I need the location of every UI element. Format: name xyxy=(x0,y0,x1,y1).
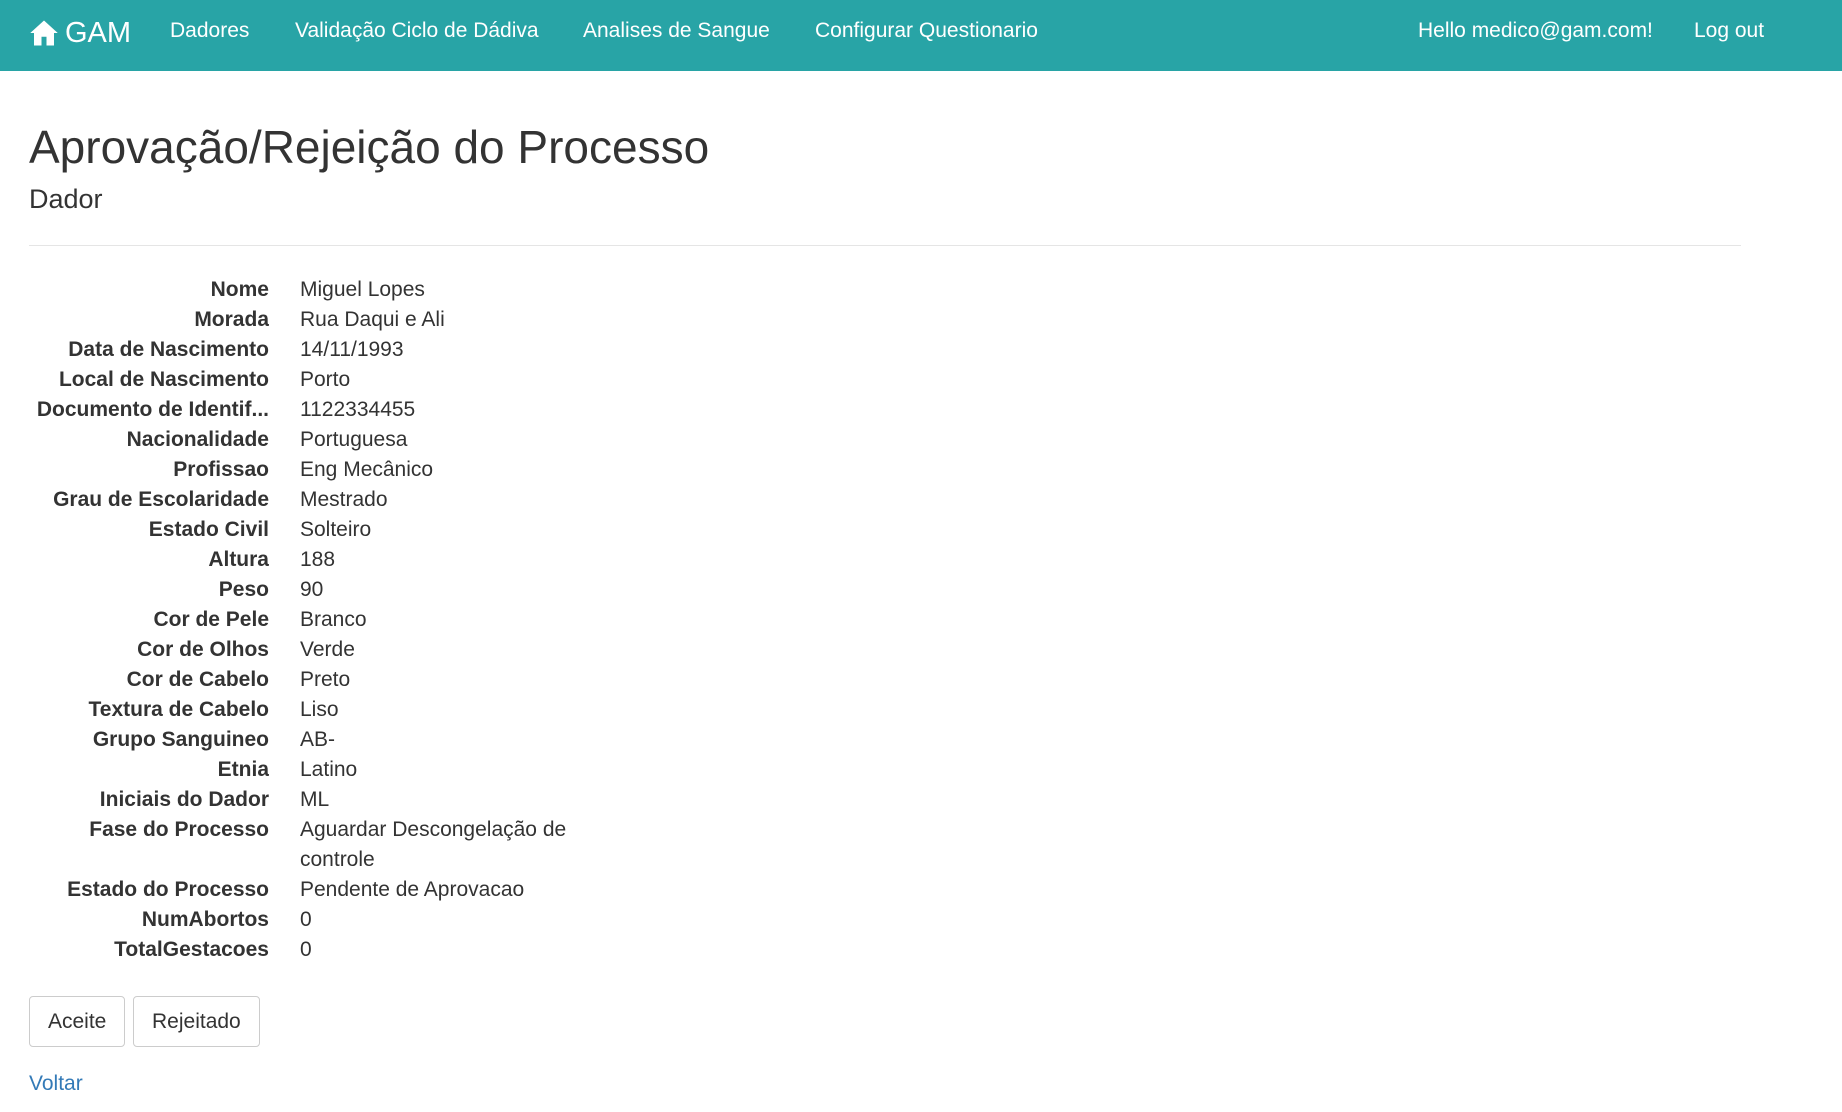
divider xyxy=(29,245,1741,246)
detail-row: Grupo Sanguineo AB- xyxy=(29,725,729,755)
reject-button[interactable]: Rejeitado xyxy=(133,996,260,1047)
detail-value: Aguardar Descongelação de controle xyxy=(300,818,567,871)
detail-label: Morada xyxy=(194,308,269,331)
detail-label: Fase do Processo xyxy=(89,818,269,841)
detail-value: Liso xyxy=(300,698,339,721)
brand-label: GAM xyxy=(65,16,132,49)
detail-value: 0 xyxy=(300,908,312,931)
detail-label: Profissao xyxy=(173,458,269,481)
home-icon xyxy=(30,20,58,46)
detail-value: 90 xyxy=(300,578,324,601)
detail-row: Local de Nascimento Porto xyxy=(29,365,729,395)
nav-dadores[interactable]: Dadores xyxy=(170,19,249,43)
detail-value: 1122334455 xyxy=(300,398,416,421)
detail-row: Cor de Pele Branco xyxy=(29,605,729,635)
detail-row: Iniciais do Dador ML xyxy=(29,785,729,815)
detail-label: Documento de Identif... xyxy=(36,398,269,421)
detail-row: Profissao Eng Mecânico xyxy=(29,455,729,485)
detail-row: Estado do Processo Pendente de Aprovacao xyxy=(29,875,729,905)
detail-row: Data de Nascimento 14/11/1993 xyxy=(29,335,729,365)
nav-analises-sangue[interactable]: Analises de Sangue xyxy=(583,19,770,43)
detail-label: TotalGestacoes xyxy=(114,938,269,961)
page-title: Aprovação/Rejeição do Processo xyxy=(29,121,710,173)
user-greeting-link[interactable]: Hello medico@gam.com! xyxy=(1418,19,1653,43)
detail-value: Verde xyxy=(300,638,355,661)
logout-link[interactable]: Log out xyxy=(1694,19,1764,43)
detail-label: Nacionalidade xyxy=(126,428,269,451)
detail-value: Rua Daqui e Ali xyxy=(300,308,445,331)
detail-label: Altura xyxy=(208,548,269,571)
detail-value: Portuguesa xyxy=(300,428,408,451)
detail-row: Textura de Cabelo Liso xyxy=(29,695,729,725)
detail-label: Cor de Olhos xyxy=(137,638,269,661)
detail-label: Nome xyxy=(210,278,269,301)
detail-row: Altura 188 xyxy=(29,545,729,575)
detail-row: NumAbortos 0 xyxy=(29,905,729,935)
detail-value: Mestrado xyxy=(300,488,388,511)
detail-row: Peso 90 xyxy=(29,575,729,605)
detail-row: Fase do Processo Aguardar Descongelação d… xyxy=(29,815,729,875)
detail-row: Nacionalidade Portuguesa xyxy=(29,425,729,455)
detail-row: Nome Miguel Lopes xyxy=(29,275,729,305)
detail-label: Data de Nascimento xyxy=(68,338,269,361)
detail-row: Etnia Latino xyxy=(29,755,729,785)
detail-label: Cor de Cabelo xyxy=(126,668,269,691)
detail-row: Estado Civil Solteiro xyxy=(29,515,729,545)
nav-validacao-ciclo[interactable]: Validação Ciclo de Dádiva xyxy=(295,19,539,43)
detail-label: Iniciais do Dador xyxy=(99,788,269,811)
detail-row: Cor de Cabelo Preto xyxy=(29,665,729,695)
detail-value: 0 xyxy=(300,938,312,961)
detail-value: Solteiro xyxy=(300,518,372,541)
detail-label: Cor de Pele xyxy=(153,608,269,631)
detail-label: Estado Civil xyxy=(148,518,269,541)
detail-label: Grau de Escolaridade xyxy=(53,488,269,511)
detail-row: Cor de Olhos Verde xyxy=(29,635,729,665)
detail-value: 188 xyxy=(300,548,336,571)
accept-button[interactable]: Aceite xyxy=(29,996,126,1047)
detail-value: Preto xyxy=(300,668,351,691)
detail-value: Porto xyxy=(300,368,351,391)
detail-value: AB- xyxy=(300,728,336,751)
detail-value: Latino xyxy=(300,758,358,781)
detail-row: Morada Rua Daqui e Ali xyxy=(29,305,729,335)
detail-label: Grupo Sanguineo xyxy=(92,728,269,751)
detail-label: Estado do Processo xyxy=(67,878,269,901)
detail-label: Etnia xyxy=(217,758,269,781)
detail-value: Pendente de Aprovacao xyxy=(300,878,525,901)
detail-value: Branco xyxy=(300,608,367,631)
nav-configurar-questionario[interactable]: Configurar Questionario xyxy=(815,19,1038,43)
donor-details-list: Nome Miguel Lopes Morada Rua Daqui e Ali Dat… xyxy=(29,275,729,965)
detail-value: ML xyxy=(300,788,330,811)
top-navbar: GAM Dadores Validação Ciclo de Dádiva An… xyxy=(0,0,1842,71)
detail-value: 14/11/1993 xyxy=(300,338,404,361)
detail-row: Documento de Identif... 1122334455 xyxy=(29,395,729,425)
section-title: Dador xyxy=(29,184,103,214)
detail-label: Textura de Cabelo xyxy=(88,698,270,721)
brand-link[interactable]: GAM xyxy=(29,16,131,50)
detail-label: Local de Nascimento xyxy=(58,368,269,391)
detail-value: Eng Mecânico xyxy=(300,458,434,481)
back-link[interactable]: Voltar xyxy=(29,1072,83,1096)
detail-row: Grau de Escolaridade Mestrado xyxy=(29,485,729,515)
detail-row: TotalGestacoes 0 xyxy=(29,935,729,965)
detail-value: Miguel Lopes xyxy=(300,278,425,301)
detail-label: Peso xyxy=(218,578,269,601)
detail-label: NumAbortos xyxy=(141,908,269,931)
